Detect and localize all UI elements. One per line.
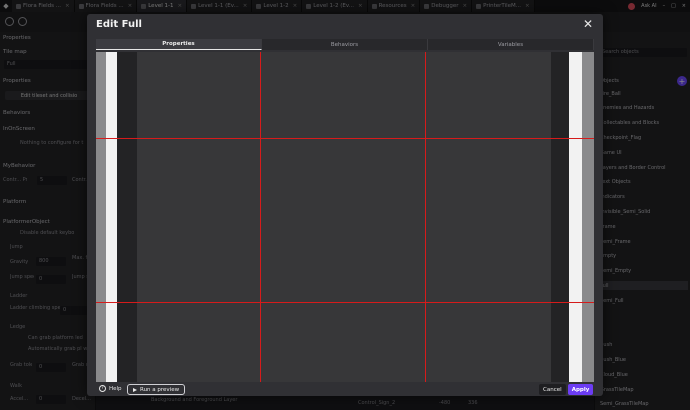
close-icon[interactable]: ✕ [583,17,593,31]
tab-variables[interactable]: Variables [428,39,594,50]
preview-label: Run a preview [140,386,180,393]
apply-button[interactable]: Apply [568,384,593,395]
tile-grid-line [425,52,426,382]
tile-grid-line [96,302,594,303]
border-stripe [106,52,117,382]
help-button[interactable]: ? Help [99,385,122,392]
help-circle-icon: ? [99,385,106,392]
tab-behaviors[interactable]: Behaviors [262,39,428,50]
dialog-title: Edit Full [96,19,142,30]
run-preview-button[interactable]: Run a preview [127,384,186,395]
tile-grid-line [260,52,261,382]
border-stripe [582,52,594,382]
dialog-tabs: Properties Behaviors Variables [96,39,594,50]
tab-properties[interactable]: Properties [96,39,262,50]
border-stripe [551,52,569,382]
play-icon [133,387,137,392]
border-stripe [569,52,582,382]
tilemap-preview-canvas[interactable] [96,52,594,382]
cancel-button[interactable]: Cancel [539,384,566,395]
edit-object-dialog: Edit Full ✕ Properties Behaviors Variabl… [87,14,603,396]
border-stripe [117,52,137,382]
dialog-footer: ? Help Run a preview Cancel Apply [96,384,594,396]
border-stripe [96,52,106,382]
tile-grid-line [96,138,594,139]
help-label: Help [109,385,122,392]
